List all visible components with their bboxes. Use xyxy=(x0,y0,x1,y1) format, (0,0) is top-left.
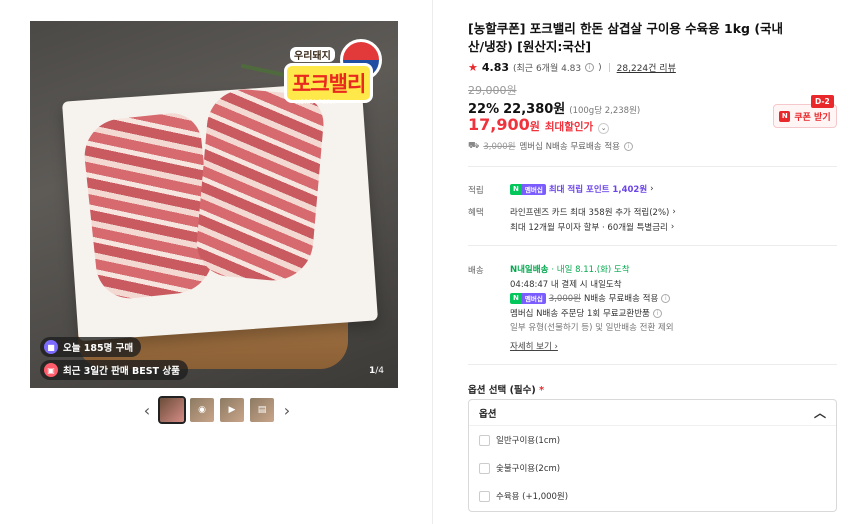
option-item-label: 수육용 (+1,000원) xyxy=(496,492,569,502)
npay-badge-membership: 멤버십 xyxy=(521,183,546,195)
required-mark: * xyxy=(539,385,545,396)
delivery-more-link[interactable]: 자세히 보기 › xyxy=(510,340,558,352)
rating-recent: (최근 6개월 4.83 xyxy=(513,64,582,74)
option-checkbox[interactable] xyxy=(479,434,490,446)
chevron-down-icon[interactable]: ⌄ xyxy=(598,122,610,134)
play-icon: ▶ xyxy=(228,405,236,415)
shipping-note-text: 멤버십 N배송 무료배송 적용 xyxy=(519,142,620,152)
best-seller-badge: ▣ 최근 3일간 판매 BEST 상품 xyxy=(40,360,188,380)
cart-icon: ■ xyxy=(44,340,58,354)
max-discount-label: 최대할인가 xyxy=(544,121,594,133)
thumbnail-4[interactable]: ▤ xyxy=(250,398,274,422)
chevron-right-icon: › xyxy=(672,207,676,217)
original-price: 29,000원 xyxy=(468,84,517,97)
max-points-text: 최대 적립 포인트 1,402원 xyxy=(548,185,648,195)
coupon-label: 쿠폰 받기 xyxy=(794,112,831,123)
thumbnail-prev-button[interactable]: ‹ xyxy=(140,398,154,422)
view-icon: ◉ xyxy=(198,405,206,415)
star-icon: ★ xyxy=(468,61,478,74)
thumbnail-next-button[interactable]: › xyxy=(280,398,294,422)
chevron-up-icon[interactable]: ︿ xyxy=(814,404,826,421)
image-counter-total: 4 xyxy=(378,366,384,376)
delivery-exception-note: 일부 유형(선물하기 등) 및 일반배송 전환 제외 xyxy=(510,323,674,333)
gift-icon: ▣ xyxy=(44,363,58,377)
npay-badge-membership: 멤버십 xyxy=(521,292,546,304)
membership-return-row: 멤버십 N배송 주문당 1회 무료교환반품 i xyxy=(510,307,662,319)
delivery-fee-row: N 멤버십 3,000원 N배송 무료배송 적용 i xyxy=(510,292,671,304)
npay-badge-n: N xyxy=(510,183,522,195)
perk-installment-row[interactable]: 최대 12개월 무이자 할부 · 60개월 특별금리 › xyxy=(510,221,674,233)
thumbnail-1[interactable] xyxy=(158,396,186,424)
product-main-image[interactable]: 우리돼지 포크밸리 KOREA PORK ■ 오늘 185명 구매 ▣ 최근 3… xyxy=(30,21,398,388)
option-item[interactable]: 수육용 (+1,000원) xyxy=(469,482,836,510)
perk-card-text: 라인프렌즈 카드 최대 358원 추가 적립(2%) xyxy=(510,208,670,218)
info-icon[interactable]: i xyxy=(623,141,633,151)
arrival-date: · 내일 8.11.(화) 도착 xyxy=(551,265,630,275)
max-discount-row[interactable]: 17,900 원 최대할인가 ⌄ xyxy=(468,115,610,134)
truck-icon: ⛟ xyxy=(468,140,480,151)
info-icon[interactable]: i xyxy=(661,293,671,303)
perks-label: 혜택 xyxy=(468,208,484,218)
points-label: 적립 xyxy=(468,186,484,196)
purchase-count-text: 오늘 185명 구매 xyxy=(63,343,134,354)
divider xyxy=(468,364,837,365)
delivery-label: 배송 xyxy=(468,266,484,276)
option-dropdown: 옵션 ︿ 일반구이용(1cm) 숯불구이용(2cm) 수육용 (+1,000원) xyxy=(468,399,837,512)
image-counter: 1/4 xyxy=(369,366,384,376)
membership-return-text: 멤버십 N배송 주문당 1회 무료교환반품 xyxy=(510,309,650,319)
divider xyxy=(468,166,837,167)
chevron-right-icon: › xyxy=(650,184,654,194)
perk-installment-text: 최대 12개월 무이자 할부 · 60개월 특별금리 xyxy=(510,223,668,233)
shipping-note: ⛟ 3,000원 멤버십 N배송 무료배송 적용 i xyxy=(468,140,633,152)
coupon-dday-badge: D-2 xyxy=(811,95,834,108)
npay-membership-badge: N 멤버십 xyxy=(510,183,546,195)
brand-logo-sub-text: KOREA PORK xyxy=(296,99,335,106)
pork-belly-piece-1 xyxy=(80,110,218,302)
rating-score: 4.83 xyxy=(481,61,510,74)
npay-membership-badge: N 멤버십 xyxy=(510,292,546,304)
max-discount-price: 17,900 xyxy=(468,115,530,134)
brand-logo: 우리돼지 포크밸리 KOREA PORK xyxy=(284,37,384,115)
purchase-count-badge: ■ 오늘 185명 구매 xyxy=(40,337,142,357)
delivery-cutoff: 04:48:47 내 결제 시 내일도착 xyxy=(510,280,622,290)
option-item[interactable]: 일반구이용(1cm) xyxy=(469,426,836,454)
option-item-label: 일반구이용(1cm) xyxy=(496,436,561,446)
brand-logo-small-text: 우리돼지 xyxy=(290,47,335,62)
max-discount-currency: 원 xyxy=(529,120,540,133)
column-divider xyxy=(432,0,433,524)
rating-separator xyxy=(608,63,610,72)
pork-belly-piece-2 xyxy=(194,86,326,284)
review-icon: ▤ xyxy=(257,405,267,415)
delivery-original-fee: 3,000원 xyxy=(548,294,581,304)
option-dropdown-header[interactable]: 옵션 ︿ xyxy=(469,400,836,426)
review-count-link[interactable]: 28,224건 리뷰 xyxy=(617,61,676,74)
shipping-original-fee: 3,000원 xyxy=(483,142,516,152)
info-icon[interactable]: i xyxy=(652,308,662,318)
rating-row: ★ 4.83 (최근 6개월 4.83 i ) 28,224건 리뷰 xyxy=(468,61,676,74)
option-item[interactable]: 숯불구이용(2cm) xyxy=(469,454,836,482)
info-icon[interactable]: i xyxy=(585,63,595,72)
thumbnail-strip: ‹ ◉ ▶ ▤ › xyxy=(140,396,294,424)
option-checkbox[interactable] xyxy=(479,462,490,474)
npay-badge-n: N xyxy=(510,292,522,304)
naver-n-icon: N xyxy=(779,110,791,122)
brand-logo-text: 포크밸리 xyxy=(284,63,374,103)
option-checkbox[interactable] xyxy=(479,490,490,502)
delivery-fee-text: N배송 무료배송 적용 xyxy=(583,294,659,304)
perk-card-row[interactable]: 라인프렌즈 카드 최대 358원 추가 적립(2%) › xyxy=(510,206,676,218)
thumbnail-3[interactable]: ▶ xyxy=(220,398,244,422)
option-select-label: 옵션 선택 (필수) * xyxy=(468,382,544,396)
option-item-label: 숯불구이용(2cm) xyxy=(496,464,561,474)
chevron-right-icon: › xyxy=(670,222,675,232)
delivery-arrival-row: N내일배송 · 내일 8.11.(화) 도착 xyxy=(510,263,630,275)
best-seller-text: 최근 3일간 판매 BEST 상품 xyxy=(63,366,180,377)
tomorrow-delivery-tag: N내일배송 xyxy=(510,265,549,275)
product-title: [농할쿠폰] 포크밸리 한돈 삼겹살 구이용 수육용 1kg (국내산/냉장) … xyxy=(468,21,784,54)
rating-recent-close: ) xyxy=(598,62,602,73)
divider xyxy=(468,245,837,246)
thumbnail-2[interactable]: ◉ xyxy=(190,398,214,422)
option-dropdown-title: 옵션 xyxy=(479,408,497,420)
points-row[interactable]: N 멤버십 최대 적립 포인트 1,402원 › xyxy=(510,183,654,195)
option-select-label-text: 옵션 선택 (필수) xyxy=(468,385,536,396)
